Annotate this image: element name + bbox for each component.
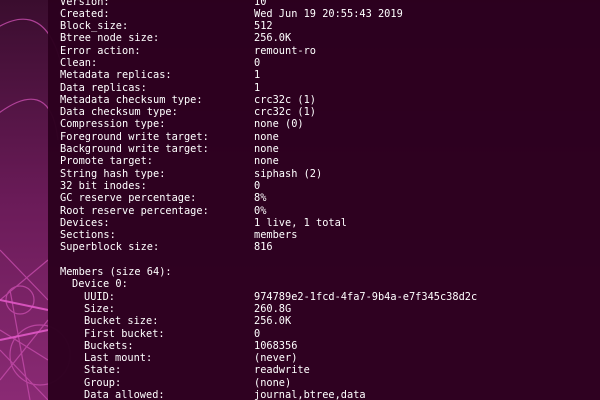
superblock-line: GC reserve percentage: 8% — [60, 192, 600, 204]
field-label: Data replicas: — [60, 81, 147, 94]
field-value: crc32c (1) — [254, 93, 316, 106]
superblock-line: Clean: 0 — [60, 57, 600, 69]
field-value: 260.8G — [254, 302, 292, 315]
field-label: Data checksum type: — [60, 106, 178, 119]
field-value: Wed Jun 19 20:55:43 2019 — [254, 7, 403, 20]
field-label: Sections: — [60, 229, 116, 242]
field-value: 256.0K — [254, 315, 292, 328]
field-label: Compression type: — [60, 118, 166, 131]
field-label: Metadata replicas: — [60, 69, 172, 82]
field-label: Root reserve percentage: — [60, 204, 209, 217]
superblock-line: Superblock size: 816 — [60, 241, 600, 253]
field-value: 8% — [254, 192, 267, 205]
superblock-line: Data checksum type: crc32c (1) — [60, 106, 600, 118]
field-value: members — [254, 229, 298, 242]
field-value: (never) — [254, 352, 298, 365]
device-line: State: readwrite — [60, 364, 600, 376]
field-label: Block_size: — [60, 20, 129, 33]
field-label: Error action: — [60, 44, 141, 57]
field-value: none — [254, 130, 279, 143]
terminal-output: Version: 10 Created: Wed Jun 19 20:55:43 20… — [60, 0, 600, 400]
field-label: Last mount: — [84, 352, 153, 365]
members-header: Members (size 64): — [60, 266, 600, 278]
field-value: 10 — [254, 0, 267, 8]
field-value: crc32c (1) — [254, 106, 316, 119]
superblock-line: Error action: remount-ro — [60, 45, 600, 57]
superblock-line: Data replicas: 1 — [60, 82, 600, 94]
field-label: Buckets: — [84, 339, 134, 352]
field-label: Devices: — [60, 216, 110, 229]
device-line: Buckets: 1068356 — [60, 340, 600, 352]
device-line: Bucket size: 256.0K — [60, 315, 600, 327]
field-label: Size: — [84, 302, 115, 315]
field-value: 1 — [254, 81, 261, 94]
field-label: Group: — [84, 376, 122, 389]
field-label: Metadata checksum type: — [60, 93, 203, 106]
superblock-line: Btree node size: 256.0K — [60, 32, 600, 44]
field-label: Clean: — [60, 56, 98, 69]
superblock-line: 32 bit inodes: 0 — [60, 180, 600, 192]
field-value: siphash (2) — [254, 167, 323, 180]
terminal-window[interactable]: Version: 10 Created: Wed Jun 19 20:55:43 20… — [48, 0, 600, 400]
field-label: Bucket size: — [84, 315, 159, 328]
field-value: 0 — [254, 327, 261, 340]
field-label: Data allowed: — [84, 389, 165, 400]
field-value: none — [254, 155, 279, 168]
device-line: Last mount: (never) — [60, 352, 600, 364]
field-value: 0 — [254, 56, 261, 69]
field-value: 0 — [254, 179, 261, 192]
field-value: 816 — [254, 241, 273, 254]
superblock-line: Metadata checksum type: crc32c (1) — [60, 94, 600, 106]
field-value: none (0) — [254, 118, 304, 131]
superblock-line: Metadata replicas: 1 — [60, 69, 600, 81]
field-value: 1 — [254, 69, 261, 82]
device-line: UUID: 974789e2-1fcd-4fa7-9b4a-e7f345c38d2… — [60, 291, 600, 303]
superblock-line: Foreground write target: none — [60, 131, 600, 143]
field-value: (none) — [254, 376, 292, 389]
field-label: Members (size 64): — [60, 266, 172, 279]
field-label: First bucket: — [84, 327, 165, 340]
field-label: Promote target: — [60, 155, 153, 168]
field-label: UUID: — [84, 290, 115, 303]
device-line: First bucket: 0 — [60, 328, 600, 340]
superblock-line: Compression type: none (0) — [60, 118, 600, 130]
field-value: readwrite — [254, 364, 310, 377]
superblock-line: Promote target: none — [60, 155, 600, 167]
superblock-line: Devices: 1 live, 1 total — [60, 217, 600, 229]
field-value: 1 live, 1 total — [254, 216, 347, 229]
field-value: 256.0K — [254, 32, 292, 45]
device-line: Size: 260.8G — [60, 303, 600, 315]
field-value: 974789e2-1fcd-4fa7-9b4a-e7f345c38d2c — [254, 290, 478, 303]
field-value: 512 — [254, 20, 273, 33]
field-value: none — [254, 143, 279, 156]
field-label: String hash type: — [60, 167, 166, 180]
superblock-line: String hash type: siphash (2) — [60, 168, 600, 180]
field-label: 32 bit inodes: — [60, 179, 147, 192]
superblock-line: Version: 10 — [60, 0, 600, 8]
field-label: Created: — [60, 7, 110, 20]
device-line: Group: (none) — [60, 377, 600, 389]
device-line: Data allowed: journal,btree,data — [60, 389, 600, 400]
field-label: Device 0: — [72, 278, 128, 291]
device-header: Device 0: — [60, 278, 600, 290]
superblock-line: Block_size: 512 — [60, 20, 600, 32]
field-label: Background write target: — [60, 143, 209, 156]
field-label: Btree node size: — [60, 32, 160, 45]
superblock-line: Background write target: none — [60, 143, 600, 155]
field-value: 0% — [254, 204, 267, 217]
field-label: GC reserve percentage: — [60, 192, 197, 205]
field-label: Superblock size: — [60, 241, 160, 254]
field-value: 1068356 — [254, 339, 298, 352]
superblock-line: Sections: members — [60, 229, 600, 241]
field-value: journal,btree,data — [254, 389, 366, 400]
field-label: Foreground write target: — [60, 130, 209, 143]
field-label: State: — [84, 364, 122, 377]
superblock-line: Root reserve percentage: 0% — [60, 205, 600, 217]
field-label: Version: — [60, 0, 110, 8]
field-value: remount-ro — [254, 44, 316, 57]
superblock-line: Created: Wed Jun 19 20:55:43 2019 — [60, 8, 600, 20]
